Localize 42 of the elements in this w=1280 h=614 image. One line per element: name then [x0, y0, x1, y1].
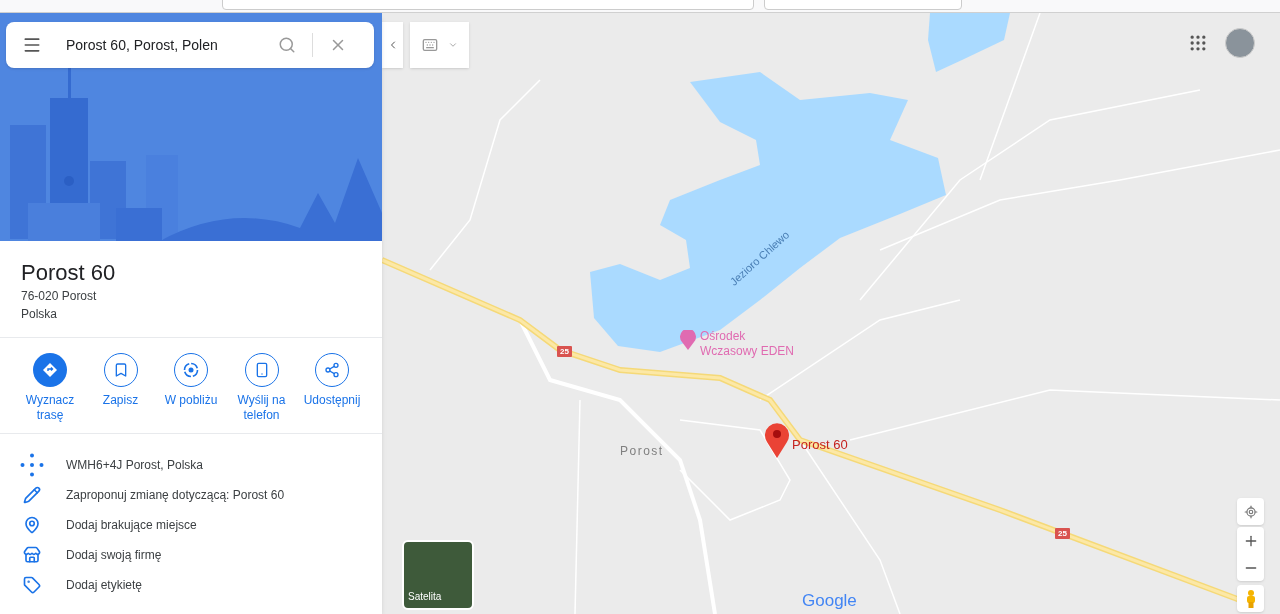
route-diamond-icon: [42, 362, 58, 378]
menu-icon[interactable]: [22, 35, 42, 55]
my-location-icon: [1243, 504, 1258, 519]
poi-label: Ośrodek Wczasowy EDEN: [700, 329, 795, 359]
apps-grid-icon[interactable]: [1188, 33, 1208, 53]
address-line: 76-020 Porost: [21, 288, 98, 305]
keyboard-icon: [421, 37, 438, 53]
pencil-icon: [23, 486, 41, 504]
detail-row[interactable]: Zaproponuj zmianę dotyczącą: Porost 60: [0, 480, 382, 510]
share-icon: [324, 362, 340, 378]
detail-row[interactable]: Dodaj etykietę: [0, 570, 382, 600]
my-location-button[interactable]: [1237, 498, 1264, 525]
add-place-pin-icon: [23, 516, 41, 534]
poi-pin-icon: [680, 330, 696, 350]
keyboard-button[interactable]: [410, 22, 469, 68]
caret-icon: [447, 40, 458, 50]
action-button[interactable]: Wyznacz trasę: [18, 353, 82, 423]
detail-row[interactable]: WMH6+4J Porost, Polska: [0, 450, 382, 480]
google-logo: Google: [802, 591, 857, 611]
nearby-icon: [182, 361, 200, 379]
search-box[interactable]: Porost 60, Porost, Polen: [6, 22, 374, 68]
pin-label: Porost 60: [792, 436, 848, 454]
detail-row[interactable]: Dodaj brakujące miejsce: [0, 510, 382, 540]
store-icon: [23, 546, 41, 564]
road-number-sign: 25: [557, 346, 572, 357]
search-icon[interactable]: [278, 36, 296, 54]
satellite-layer-button[interactable]: Satelita: [402, 540, 474, 610]
place-title: Porost 60: [21, 259, 117, 287]
pegman-icon: [1245, 589, 1256, 608]
action-button[interactable]: Zapisz: [88, 353, 153, 423]
detail-row[interactable]: Dodaj swoją firmę: [0, 540, 382, 570]
action-button[interactable]: Udostępnij: [300, 353, 364, 423]
plus-code-dots-icon: [20, 453, 44, 477]
pegman-button[interactable]: [1237, 585, 1264, 612]
search-input[interactable]: Porost 60, Porost, Polen: [66, 34, 276, 56]
village-label: Porost: [620, 443, 664, 460]
action-button[interactable]: Wyślij na telefon: [229, 353, 294, 423]
location-pin-icon: [764, 422, 790, 458]
action-button[interactable]: W pobliżu: [159, 353, 223, 423]
road-number-sign: 25: [1055, 528, 1070, 539]
label-tag-icon: [23, 576, 41, 594]
address-line: Polska: [21, 306, 59, 323]
